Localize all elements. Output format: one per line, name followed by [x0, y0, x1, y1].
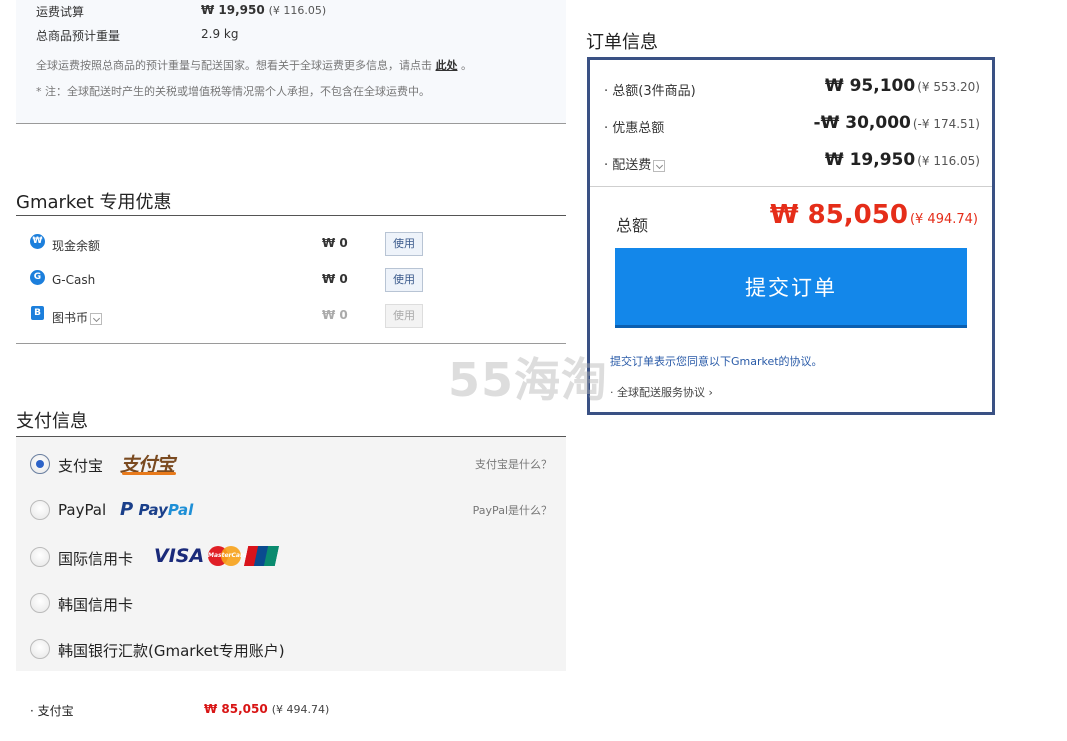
shipping-summary: 运费试算 ₩ 19,950 (¥ 116.05) 总商品预计重量 2.9 kg … — [16, 0, 566, 124]
coupon-label: 图书币 — [52, 311, 89, 325]
mastercard-logo-icon: MasterCard — [208, 546, 247, 566]
payment-option-label: 韩国银行汇款(Gmarket专用账户) — [58, 642, 285, 660]
payment-options: 支付宝 支付宝 支付宝是什么？ PayPal P PayPal PayPal是什… — [16, 437, 566, 671]
payment-option-paypal[interactable]: PayPal P PayPal PayPal是什么？ — [30, 496, 552, 526]
order-row-krw: ₩ 95,100 — [824, 76, 916, 96]
alipay-logo-icon: 支付宝 — [120, 450, 177, 477]
coupon-label: G-Cash — [52, 273, 96, 287]
order-row-label: · 配送费 — [604, 158, 652, 173]
order-section-title: 订单信息 — [586, 32, 658, 53]
use-gcash-button[interactable]: 使用 — [385, 268, 423, 292]
order-row-label: · 优惠总额 — [604, 121, 665, 136]
order-row-shipping: · 配送费 ₩ 19,950 (¥ 116.05) — [604, 150, 980, 174]
chevron-down-icon[interactable] — [90, 312, 103, 325]
order-row-krw: -₩ 30,000 — [813, 113, 911, 133]
watermark-logo: 55海淘 — [448, 353, 609, 407]
order-total-amount: ₩ 85,050 (¥ 494.74) — [769, 200, 978, 230]
alipay-radio[interactable] — [30, 454, 50, 474]
bank-transfer-radio[interactable] — [30, 639, 50, 659]
payment-option-alipay[interactable]: 支付宝 支付宝 支付宝是什么？ — [30, 450, 552, 480]
paypal-help-link[interactable]: PayPal是什么？ — [473, 502, 552, 518]
order-row-cny: (¥ 553.20) — [917, 80, 980, 94]
payment-option-kr-card[interactable]: 韩国信用卡 — [30, 589, 552, 619]
coupon-amount: ₩ 0 — [322, 308, 348, 322]
payment-option-bank[interactable]: 韩国银行汇款(Gmarket专用账户) — [30, 635, 552, 665]
use-book-button: 使用 — [385, 304, 423, 328]
gcash-icon: G — [30, 270, 45, 285]
book-coin-icon: B — [31, 306, 44, 320]
kr-card-radio[interactable] — [30, 593, 50, 613]
won-coin-icon: ₩ — [30, 234, 45, 249]
agreement-text: 提交订单表示您同意以下Gmarket的协议。 — [610, 355, 823, 368]
payment-option-label: 支付宝 — [58, 457, 104, 475]
coupon-section-title: Gmarket 专用优惠 — [16, 192, 172, 213]
shipping-info-link[interactable]: 此处 — [436, 59, 458, 72]
coupon-section-line — [16, 215, 566, 216]
order-divider — [590, 186, 992, 187]
coupon-label: 现金余额 — [52, 239, 101, 253]
payment-option-label: 国际信用卡 — [58, 550, 134, 568]
coupon-row-cash: ₩ 现金余额 ₩ 0 使用 — [30, 232, 530, 258]
paypal-radio[interactable] — [30, 500, 50, 520]
weight-label: 总商品预计重量 — [36, 29, 121, 43]
shipping-fee-label: 运费试算 — [36, 5, 85, 19]
order-row-discount: · 优惠总额 -₩ 30,000 (-¥ 174.51) — [604, 113, 980, 137]
coupon-amount: ₩ 0 — [322, 236, 348, 250]
order-row-cny: (¥ 116.05) — [917, 154, 980, 168]
paypal-logo-icon: P PayPal — [120, 499, 194, 520]
chevron-down-icon[interactable] — [653, 159, 666, 172]
order-row-label: · 总额(3件商品) — [604, 84, 696, 99]
shipping-fee-krw: ₩ 19,950 — [201, 3, 265, 17]
alipay-help-link[interactable]: 支付宝是什么？ — [475, 456, 552, 472]
order-total-label: 总额 — [616, 216, 649, 235]
order-summary-panel: · 总额(3件商品) ₩ 95,100 (¥ 553.20) · 优惠总额 -₩ … — [587, 57, 995, 415]
weight-value: 2.9 kg — [201, 27, 239, 41]
shipping-agreement-link[interactable]: · 全球配送服务协议 › — [610, 384, 713, 400]
coupon-row-book: B 图书币 ₩ 0 使用 — [30, 304, 530, 330]
order-row-krw: ₩ 19,950 — [824, 150, 916, 170]
submit-order-button[interactable]: 提交订单 — [615, 248, 967, 328]
payment-option-label: 韩国信用卡 — [58, 596, 134, 614]
visa-logo-icon: VISA — [154, 545, 205, 567]
unionpay-logo-icon — [243, 546, 280, 566]
intl-card-radio[interactable] — [30, 547, 50, 567]
payment-section-title: 支付信息 — [16, 411, 88, 432]
shipping-fee-cny: (¥ 116.05) — [268, 4, 327, 17]
payment-option-label: PayPal — [58, 501, 107, 519]
coupon-row-gcash: G G-Cash ₩ 0 使用 — [30, 268, 530, 294]
payment-option-intl-card[interactable]: 国际信用卡 VISA MasterCard — [30, 543, 552, 573]
payment-summary-amount: ₩ 85,050 (¥ 494.74) — [204, 702, 330, 716]
coupon-amount: ₩ 0 — [322, 272, 348, 286]
payment-summary-label: · 支付宝 — [30, 704, 74, 718]
tax-note: * 注：全球配送时产生的关税或增值税等情况需个人承担，不包含在全球运费中。 — [36, 85, 430, 98]
order-row-cny: (-¥ 174.51) — [912, 117, 980, 131]
shipping-note: 全球运费按照总商品的预计重量与配送国家。想看关于全球运费更多信息，请点击 此处 … — [36, 59, 472, 72]
order-row-subtotal: · 总额(3件商品) ₩ 95,100 (¥ 553.20) — [604, 76, 980, 100]
use-cash-button[interactable]: 使用 — [385, 232, 423, 256]
